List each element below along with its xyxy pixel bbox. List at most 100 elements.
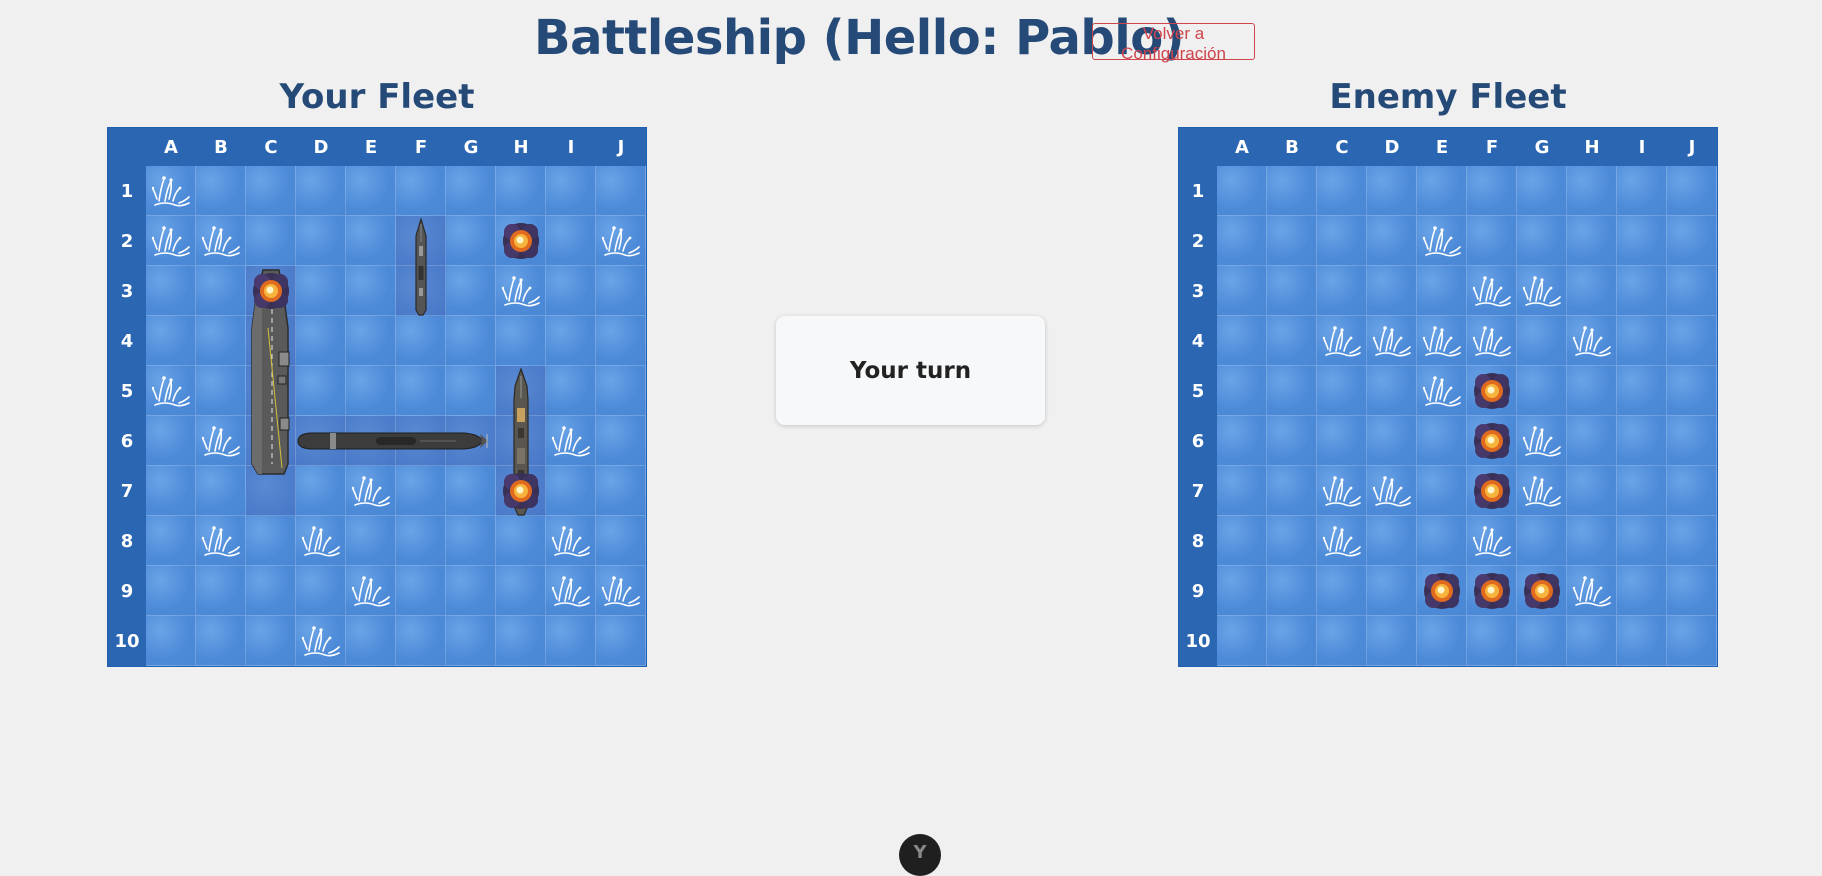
grid-cell-g9[interactable] [1517,566,1567,616]
grid-cell-b2[interactable] [1267,216,1317,266]
grid-cell-i2[interactable] [1617,216,1667,266]
grid-cell-g1[interactable] [1517,166,1567,216]
grid-cell-h7[interactable] [1567,466,1617,516]
grid-cell-h8[interactable] [1567,516,1617,566]
grid-cell-b9[interactable] [1267,566,1317,616]
grid-cell-j9[interactable] [1667,566,1717,616]
grid-cell-f5[interactable] [1467,366,1517,416]
grid-cell-a5[interactable] [1217,366,1267,416]
grid-cell-c10[interactable] [1317,616,1367,666]
grid-cell-j2[interactable] [1667,216,1717,266]
grid-cell-a2[interactable] [1217,216,1267,266]
grid-cell-e5[interactable] [1417,366,1467,416]
grid-cell-f8[interactable] [1467,516,1517,566]
grid-cell-j8[interactable] [1667,516,1717,566]
grid-cell-a1[interactable] [1217,166,1267,216]
grid-cell-c6[interactable] [1317,416,1367,466]
grid-cell-a6[interactable] [1217,416,1267,466]
grid-cell-h4[interactable] [1567,316,1617,366]
grid-cell-c5[interactable] [1317,366,1367,416]
grid-cell-g3[interactable] [1517,266,1567,316]
grid-cell-c1[interactable] [1317,166,1367,216]
grid-cell-f4[interactable] [1467,316,1517,366]
grid-cell-b4[interactable] [1267,316,1317,366]
grid-cell-a3[interactable] [1217,266,1267,316]
grid-cell-j10[interactable] [1667,616,1717,666]
grid-cell-a4[interactable] [1217,316,1267,366]
grid-cell-d6[interactable] [1367,416,1417,466]
grid-cell-i1[interactable] [1617,166,1667,216]
grid-cell-i7[interactable] [1617,466,1667,516]
grid-cell-h5[interactable] [1567,366,1617,416]
grid-cell-d4[interactable] [1367,316,1417,366]
grid-cell-i10[interactable] [1617,616,1667,666]
grid-cell-c2[interactable] [1317,216,1367,266]
grid-cell-b6[interactable] [1267,416,1317,466]
grid-cell-g2[interactable] [1517,216,1567,266]
grid-cell-c9[interactable] [1317,566,1367,616]
grid-cell-i3[interactable] [1617,266,1667,316]
grid-cell-d3[interactable] [1367,266,1417,316]
grid-cell-h1[interactable] [1567,166,1617,216]
grid-cell-j3[interactable] [1667,266,1717,316]
grid-cell-j6[interactable] [1667,416,1717,466]
grid-cell-a7[interactable] [1217,466,1267,516]
grid-cell-f1[interactable] [1467,166,1517,216]
grid-cell-b5[interactable] [1267,366,1317,416]
grid-cell-j4[interactable] [1667,316,1717,366]
grid-cell-e4[interactable] [1417,316,1467,366]
grid-cell-g8[interactable] [1517,516,1567,566]
grid-cell-f3[interactable] [1467,266,1517,316]
grid-cell-a10[interactable] [1217,616,1267,666]
grid-cell-c3[interactable] [1317,266,1367,316]
grid-cell-c4[interactable] [1317,316,1367,366]
grid-cell-g5[interactable] [1517,366,1567,416]
grid-cell-i4[interactable] [1617,316,1667,366]
grid-cell-i8[interactable] [1617,516,1667,566]
grid-cell-a9[interactable] [1217,566,1267,616]
grid-cell-h6[interactable] [1567,416,1617,466]
grid-cell-b3[interactable] [1267,266,1317,316]
grid-cell-d1[interactable] [1367,166,1417,216]
grid-cell-h2[interactable] [1567,216,1617,266]
bottom-toggle-button[interactable]: Y [899,834,941,876]
grid-cell-e2[interactable] [1417,216,1467,266]
grid-cell-g7[interactable] [1517,466,1567,516]
grid-cell-g10[interactable] [1517,616,1567,666]
grid-cell-d2[interactable] [1367,216,1417,266]
grid-cell-a8[interactable] [1217,516,1267,566]
grid-cell-e3[interactable] [1417,266,1467,316]
grid-cell-b10[interactable] [1267,616,1317,666]
grid-cell-b7[interactable] [1267,466,1317,516]
grid-cell-c8[interactable] [1317,516,1367,566]
grid-cell-h9[interactable] [1567,566,1617,616]
grid-cell-i6[interactable] [1617,416,1667,466]
grid-cell-d7[interactable] [1367,466,1417,516]
grid-cell-f10[interactable] [1467,616,1517,666]
back-to-config-button[interactable]: Volver a Configuración [1092,23,1255,63]
grid-cell-e10[interactable] [1417,616,1467,666]
grid-cell-d8[interactable] [1367,516,1417,566]
grid-cell-c7[interactable] [1317,466,1367,516]
grid-cell-g6[interactable] [1517,416,1567,466]
grid-cell-e8[interactable] [1417,516,1467,566]
grid-cell-f7[interactable] [1467,466,1517,516]
grid-cell-i9[interactable] [1617,566,1667,616]
grid-cell-e6[interactable] [1417,416,1467,466]
grid-cell-f6[interactable] [1467,416,1517,466]
grid-cell-j1[interactable] [1667,166,1717,216]
grid-cell-e7[interactable] [1417,466,1467,516]
grid-cell-j5[interactable] [1667,366,1717,416]
grid-cell-f9[interactable] [1467,566,1517,616]
grid-cell-f2[interactable] [1467,216,1517,266]
grid-cell-d9[interactable] [1367,566,1417,616]
grid-cell-d5[interactable] [1367,366,1417,416]
grid-cell-e9[interactable] [1417,566,1467,616]
grid-cell-i5[interactable] [1617,366,1667,416]
grid-cell-g4[interactable] [1517,316,1567,366]
grid-cell-b1[interactable] [1267,166,1317,216]
grid-cell-e1[interactable] [1417,166,1467,216]
grid-cell-j7[interactable] [1667,466,1717,516]
grid-cell-b8[interactable] [1267,516,1317,566]
grid-cell-h10[interactable] [1567,616,1617,666]
